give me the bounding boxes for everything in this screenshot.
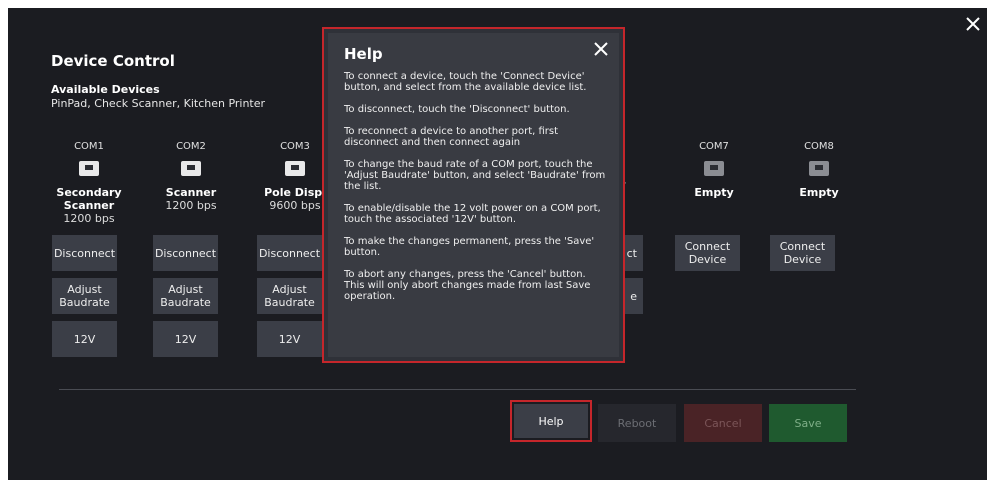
port-column-com1: COM1 Secondary Scanner 1200 bps <box>44 141 134 225</box>
12v-button-com3[interactable]: 12V <box>257 321 322 357</box>
help-paragraph: To disconnect, touch the 'Disconnect' bu… <box>344 104 570 115</box>
connect-device-button-com8[interactable]: Connect Device <box>770 235 835 271</box>
adjust-baudrate-button-com3[interactable]: Adjust Baudrate <box>257 278 322 314</box>
ethernet-port-icon <box>181 161 201 176</box>
help-paragraph: To change the baud rate of a COM port, t… <box>344 159 606 192</box>
ethernet-port-icon <box>809 161 829 176</box>
help-paragraph: To make the changes permanent, press the… <box>344 236 595 258</box>
disconnect-button-com3[interactable]: Disconnect <box>257 235 322 271</box>
device-name: Empty <box>694 186 734 199</box>
device-name: Scanner <box>165 186 217 199</box>
12v-button-com1[interactable]: 12V <box>52 321 117 357</box>
connect-device-button-com7[interactable]: Connect Device <box>675 235 740 271</box>
port-column-com2: COM2 Scanner 1200 bps <box>146 141 236 212</box>
ethernet-port-icon <box>79 161 99 176</box>
cancel-button[interactable]: Cancel <box>684 404 762 442</box>
close-icon[interactable] <box>591 39 611 59</box>
divider <box>59 389 856 390</box>
save-button[interactable]: Save <box>769 404 847 442</box>
port-column-com7: COM7 Empty <box>669 141 759 199</box>
help-paragraph: To abort any changes, press the 'Cancel'… <box>344 269 591 302</box>
baud-rate: 1200 bps <box>63 212 115 225</box>
help-dialog-title: Help <box>344 45 383 63</box>
reboot-button[interactable]: Reboot <box>598 404 676 442</box>
window-close-icon[interactable] <box>962 13 984 35</box>
12v-button-com2[interactable]: 12V <box>153 321 218 357</box>
help-text: To connect a device, touch the 'Connect … <box>344 71 609 313</box>
port-column-com8: COM8 Empty <box>774 141 864 199</box>
baud-rate: 1200 bps <box>165 199 217 212</box>
ethernet-port-icon <box>285 161 305 176</box>
available-devices-list: PinPad, Check Scanner, Kitchen Printer <box>51 97 266 110</box>
help-button[interactable]: Help <box>510 400 592 442</box>
help-dialog: Help To connect a device, touch the 'Con… <box>322 27 625 363</box>
disconnect-button-com1[interactable]: Disconnect <box>52 235 117 271</box>
help-paragraph: To reconnect a device to another port, f… <box>344 126 559 148</box>
help-paragraph: To connect a device, touch the 'Connect … <box>344 71 587 93</box>
page-title: Device Control <box>51 52 175 70</box>
device-name: Secondary Scanner <box>56 186 122 212</box>
ethernet-port-icon <box>704 161 724 176</box>
available-devices-label: Available Devices <box>51 83 160 96</box>
adjust-baudrate-button-com2[interactable]: Adjust Baudrate <box>153 278 218 314</box>
help-paragraph: To enable/disable the 12 volt power on a… <box>344 203 601 225</box>
help-dialog-body: Help To connect a device, touch the 'Con… <box>328 33 619 357</box>
disconnect-button-com2[interactable]: Disconnect <box>153 235 218 271</box>
port-label: COM1 <box>74 141 104 152</box>
port-label: COM2 <box>176 141 206 152</box>
port-label: COM8 <box>804 141 834 152</box>
port-label: COM7 <box>699 141 729 152</box>
help-button-label: Help <box>514 404 588 438</box>
adjust-baudrate-button-com1[interactable]: Adjust Baudrate <box>52 278 117 314</box>
device-name: Empty <box>799 186 839 199</box>
